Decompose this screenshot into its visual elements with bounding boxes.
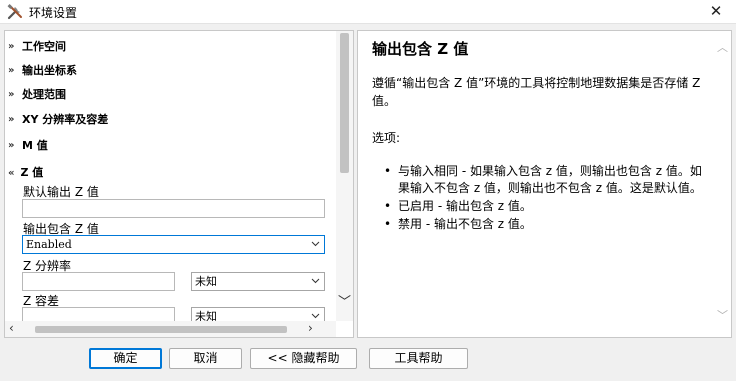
output-has-z-value: Enabled xyxy=(26,238,72,251)
scroll-down-icon[interactable]: ﹀ xyxy=(338,291,351,310)
title-bar: 环境设置 ✕ xyxy=(0,0,736,24)
scroll-down-icon[interactable]: ﹀ xyxy=(717,307,728,323)
scrollbar-thumb[interactable] xyxy=(340,33,349,173)
window-title: 环境设置 xyxy=(29,6,78,20)
scroll-left-icon[interactable]: ‹ xyxy=(9,321,14,335)
cancel-button[interactable]: 取消 xyxy=(169,348,242,369)
list-item: • 已启用 - 输出包含 z 值。 xyxy=(384,199,532,213)
horizontal-scrollbar[interactable]: ‹ › xyxy=(5,321,336,337)
output-has-z-select[interactable]: Enabled xyxy=(22,235,325,254)
z-resolution-unit: 未知 xyxy=(195,275,217,288)
help-title: 输出包含 Z 值 xyxy=(372,40,469,58)
tools-icon xyxy=(7,4,22,20)
ok-button[interactable]: 确定 xyxy=(89,348,162,369)
section-workspace[interactable]: » 工作空间 xyxy=(8,38,66,54)
section-label: XY 分辨率及容差 xyxy=(22,113,109,126)
chevron-down-icon: » xyxy=(8,88,15,100)
help-pane: 输出包含 Z 值 遵循“输出包含 Z 值”环境的工具将控制地理数据集是否存储 Z… xyxy=(357,30,732,338)
list-item: • 禁用 - 输出不包含 z 值。 xyxy=(384,217,532,231)
section-label: 工作空间 xyxy=(22,40,66,53)
hide-help-button[interactable]: << 隐藏帮助 xyxy=(250,348,357,369)
options-list: • 与输入相同 - 如果输入包含 z 值，则输出也包含 z 值。如果输入不包含 z… xyxy=(384,163,713,234)
environment-settings-pane: » 工作空间 » 输出坐标系 » 处理范围 » XY 分辨率及容差 » M 值 … xyxy=(4,30,354,338)
section-z-values[interactable]: » Z 值 xyxy=(8,164,43,180)
chevron-down-icon xyxy=(311,241,320,247)
chevron-down-icon: » xyxy=(8,40,15,52)
option-text: 已启用 - 输出包含 z 值。 xyxy=(398,199,532,213)
scrollbar-thumb[interactable] xyxy=(35,326,287,333)
chevron-up-icon: » xyxy=(8,166,15,178)
section-label: 处理范围 xyxy=(22,88,66,101)
section-label: M 值 xyxy=(22,139,48,152)
z-resolution-input[interactable] xyxy=(22,272,175,291)
close-icon[interactable]: ✕ xyxy=(702,0,730,24)
chevron-down-icon xyxy=(311,313,320,319)
section-output-coordinates[interactable]: » 输出坐标系 xyxy=(8,62,77,78)
option-text: 禁用 - 输出不包含 z 值。 xyxy=(398,217,532,231)
options-label: 选项: xyxy=(372,131,401,145)
list-item: • 与输入相同 - 如果输入包含 z 值，则输出也包含 z 值。如果输入不包含 z… xyxy=(384,164,702,195)
scroll-up-icon[interactable]: ︿ xyxy=(717,39,728,55)
default-output-z-input[interactable] xyxy=(22,199,325,218)
section-label: 输出坐标系 xyxy=(22,64,77,77)
chevron-down-icon: » xyxy=(8,113,15,125)
section-m-values[interactable]: » M 值 xyxy=(8,137,48,153)
chevron-down-icon: » xyxy=(8,139,15,151)
default-output-z-label: 默认输出 Z 值 xyxy=(23,185,99,199)
option-text: 与输入相同 - 如果输入包含 z 值，则输出也包含 z 值。如果输入不包含 z … xyxy=(398,164,702,195)
section-processing-extent[interactable]: » 处理范围 xyxy=(8,86,66,102)
chevron-down-icon: » xyxy=(8,64,15,76)
z-resolution-unit-select[interactable]: 未知 xyxy=(191,272,325,291)
scroll-right-icon[interactable]: › xyxy=(308,321,313,335)
section-xy-resolution[interactable]: » XY 分辨率及容差 xyxy=(8,111,108,127)
vertical-scrollbar[interactable]: ﹀ xyxy=(336,31,353,321)
section-label: Z 值 xyxy=(20,166,44,179)
chevron-down-icon xyxy=(311,278,320,284)
help-description: 遵循“输出包含 Z 值”环境的工具将控制地理数据集是否存储 Z 值。 xyxy=(372,76,701,108)
tool-help-button[interactable]: 工具帮助 xyxy=(369,348,468,369)
